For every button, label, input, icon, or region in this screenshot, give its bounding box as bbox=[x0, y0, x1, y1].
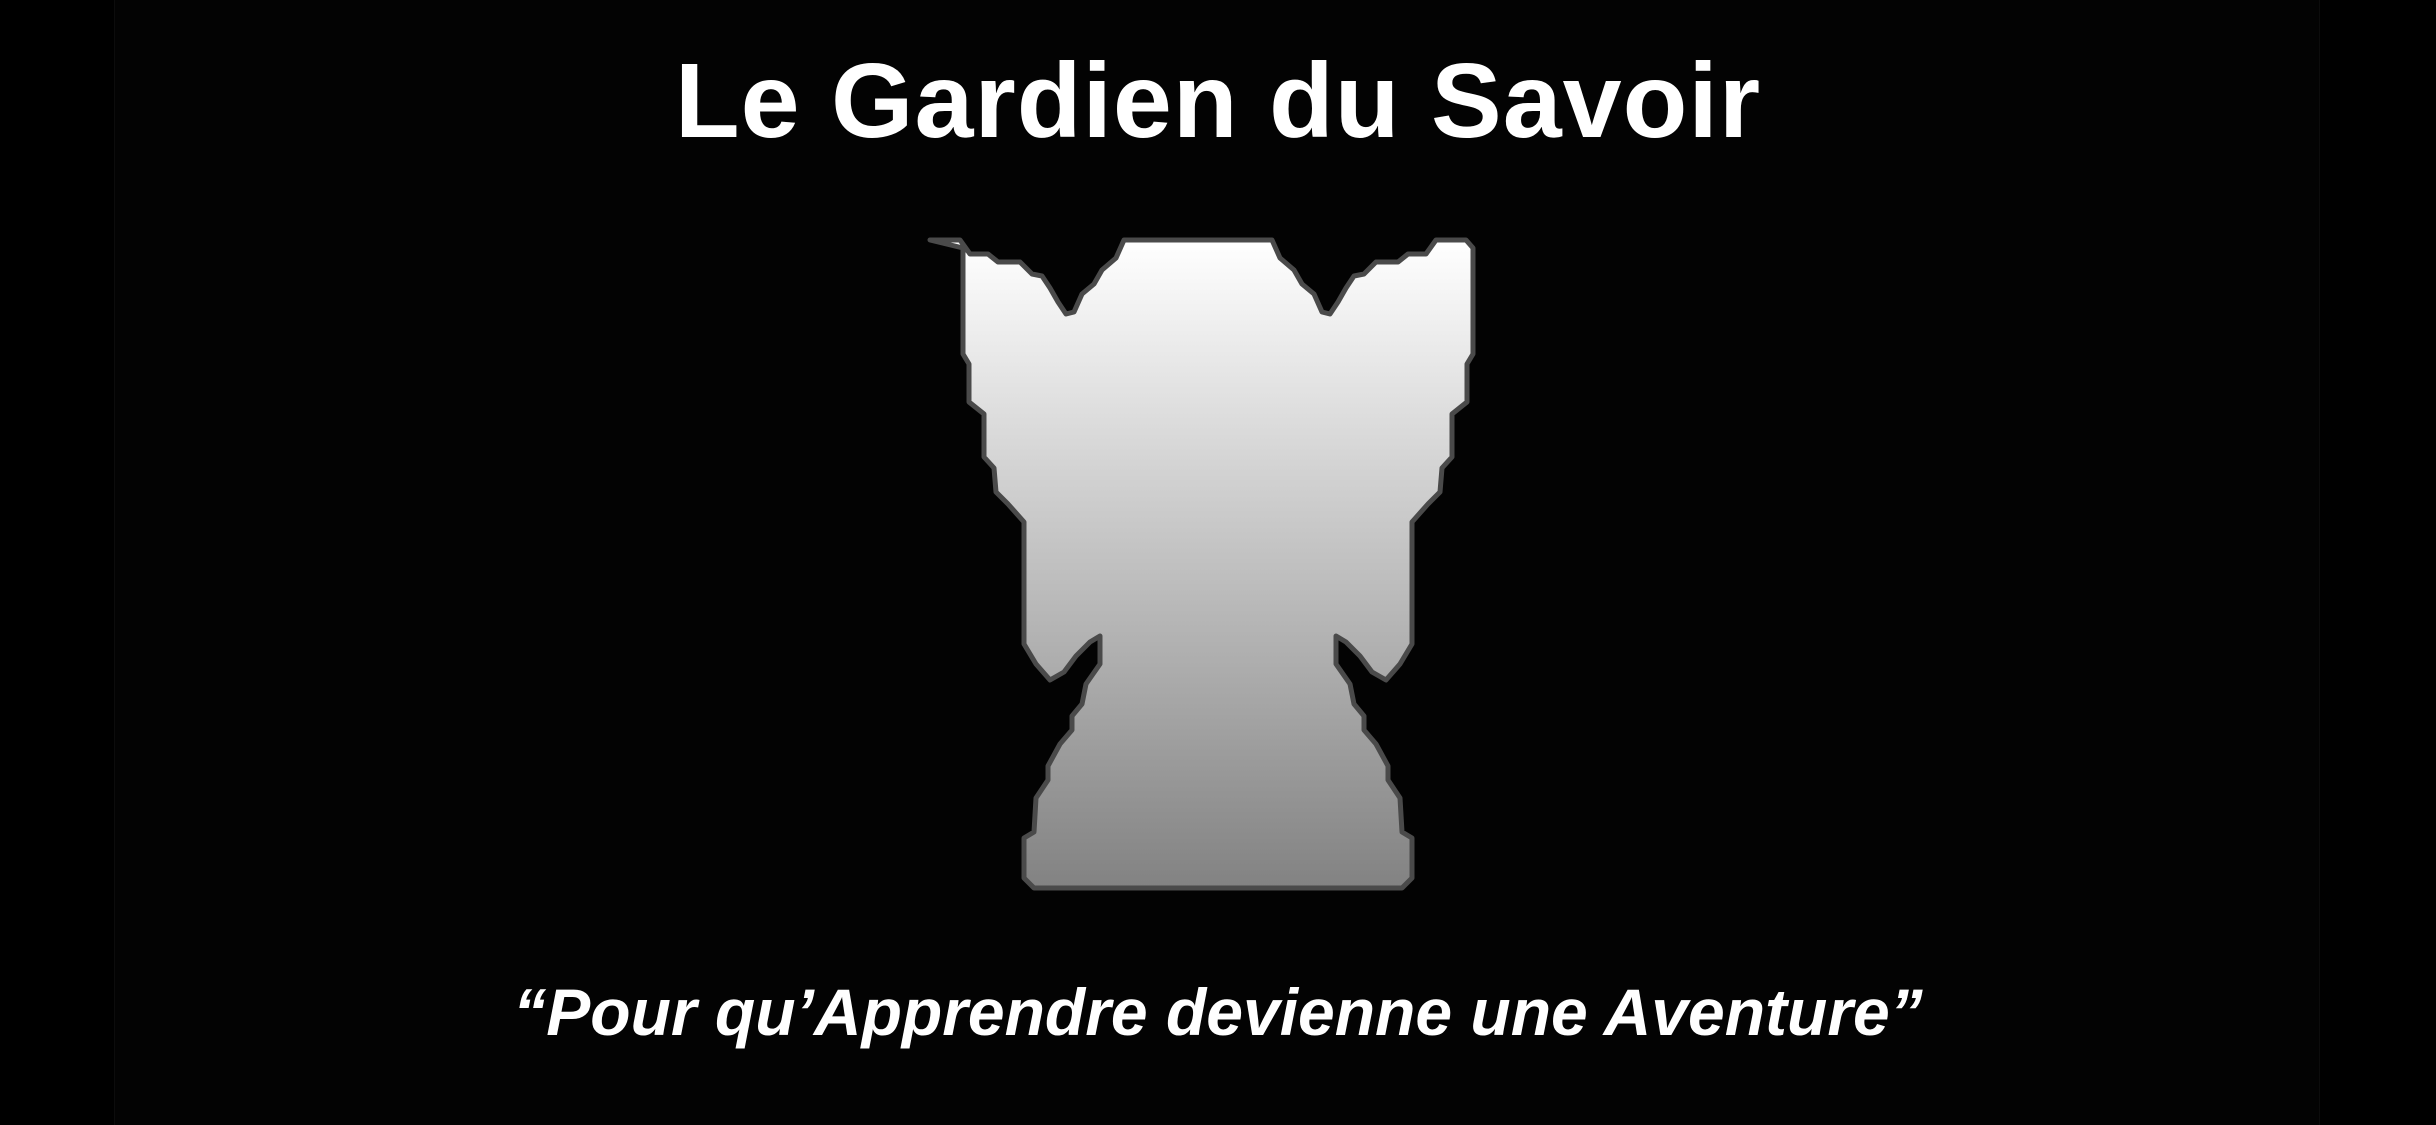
game-title: Le Gardien du Savoir bbox=[674, 42, 1762, 160]
guardian-silhouette-icon bbox=[918, 232, 1518, 892]
splash-screen: Le Gardien du Savoir “Pour qu’Apprendre … bbox=[0, 0, 2436, 1125]
guardian-silhouette-shape bbox=[927, 237, 1476, 891]
game-tagline: “Pour qu’Apprendre devienne une Aventure… bbox=[513, 975, 1923, 1049]
